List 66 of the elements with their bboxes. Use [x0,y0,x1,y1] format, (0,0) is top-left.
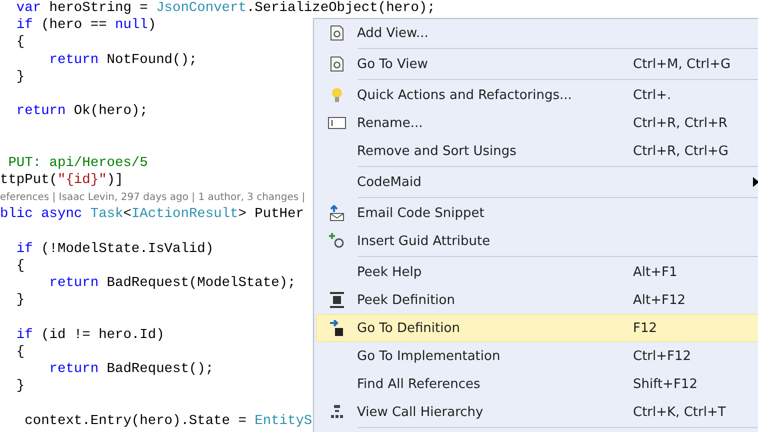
shortcut-label: Ctrl+K, Ctrl+T [633,404,727,420]
code-lens[interactable]: eferences | Isaac Levin, 297 days ago | 1 author, 3 changes | [0,189,306,206]
code-line: if (hero == null) [15,17,156,34]
menu-item-label: Go To Implementation [357,348,502,364]
menu-item-label: Go To Definition [357,320,461,336]
lightbulb-icon [331,87,343,103]
code-line: return BadRequest(); [48,360,214,378]
code-line: PUT: api/Heroes/5 [7,154,148,172]
menu-item-label: CodeMaid [357,174,422,190]
shortcut-label: F12 [633,320,658,336]
menu-item[interactable]: CodeMaid [316,168,758,196]
menu-item[interactable]: Rename... Ctrl+R, Ctrl+R [316,109,758,137]
menu-item[interactable]: Go To Definition F12 [316,314,758,342]
code-line: blic async Task<IActionResult> PutHer [0,206,304,224]
menu-item-label: Insert Guid Attribute [357,234,492,248]
menu-item-label: Go To View [357,56,429,72]
rename-field-icon [328,117,346,129]
menu-item-label: Peek Definition [357,292,456,308]
view-page-icon [330,25,344,41]
menu-item[interactable]: Go To Implementation Ctrl+F12 [316,342,758,370]
code-line: var heroString = JsonConvert.SerializeObject(hero); [15,0,436,18]
menu-item-label: Peek Help [357,264,423,280]
plus-at-icon [329,233,345,249]
menu-item-label: Find All References [357,376,482,392]
code-line: { [15,34,25,52]
arrow-square-icon [330,320,344,336]
menu-item[interactable]: Add View... [316,19,758,47]
code-line: context.Entry(hero).State = EntityS [24,412,312,430]
code-line: return Ok(hero); [15,103,148,120]
menu-item[interactable]: Go To View Ctrl+M, Ctrl+G [316,50,758,78]
shortcut-label: Ctrl+. [633,88,672,102]
menu-item[interactable]: Peek Help Alt+F1 [316,258,758,286]
menu-item[interactable]: Remove and Sort Usings Ctrl+R, Ctrl+G [316,137,758,165]
menu-item-label: View Call Hierarchy [357,404,484,420]
code-line: return BadRequest(ModelState); [48,275,296,292]
peek-window-icon [330,292,344,308]
code-line: } [15,292,25,310]
hierarchy-icon [330,405,344,419]
menu-item[interactable]: Email Code Snippet [316,199,758,227]
shortcut-label: Ctrl+R, Ctrl+G [633,144,730,158]
menu-item[interactable]: View Call Hierarchy Ctrl+K, Ctrl+T [316,398,758,426]
code-line: } [15,378,25,396]
view-page-icon [330,56,344,72]
menu-item[interactable]: Find All References Shift+F12 [316,370,758,398]
shortcut-label: Shift+F12 [633,376,698,392]
menu-item-label: Quick Actions and Refactorings... [357,88,573,102]
code-line: if (id != hero.Id) [15,326,164,344]
menu-item[interactable]: Quick Actions and Refactorings... Ctrl+. [316,81,758,109]
code-line: if (!ModelState.IsValid) [15,240,214,258]
menu-item-label: Remove and Sort Usings [357,144,518,158]
envelope-icon [329,205,345,221]
shortcut-label: Ctrl+R, Ctrl+R [633,116,728,130]
shortcut-label: Ctrl+M, Ctrl+G [633,56,732,72]
code-line: } [15,68,25,86]
shortcut-label: Alt+F1 [633,264,678,280]
menu-item-label: Rename... [357,116,424,130]
menu-item[interactable]: Peek Definition Alt+F12 [316,286,758,314]
menu-item-label: Email Code Snippet [357,206,486,220]
menu-item-label: Add View... [357,26,430,40]
code-line: { [15,344,25,361]
shortcut-label: Ctrl+F12 [633,348,692,364]
shortcut-label: Alt+F12 [633,292,687,308]
code-line: ttpPut("{id}")] [0,172,124,190]
menu-item[interactable]: Insert Guid Attribute [316,227,758,255]
code-line: { [15,258,25,275]
code-line: return NotFound(); [48,52,198,69]
